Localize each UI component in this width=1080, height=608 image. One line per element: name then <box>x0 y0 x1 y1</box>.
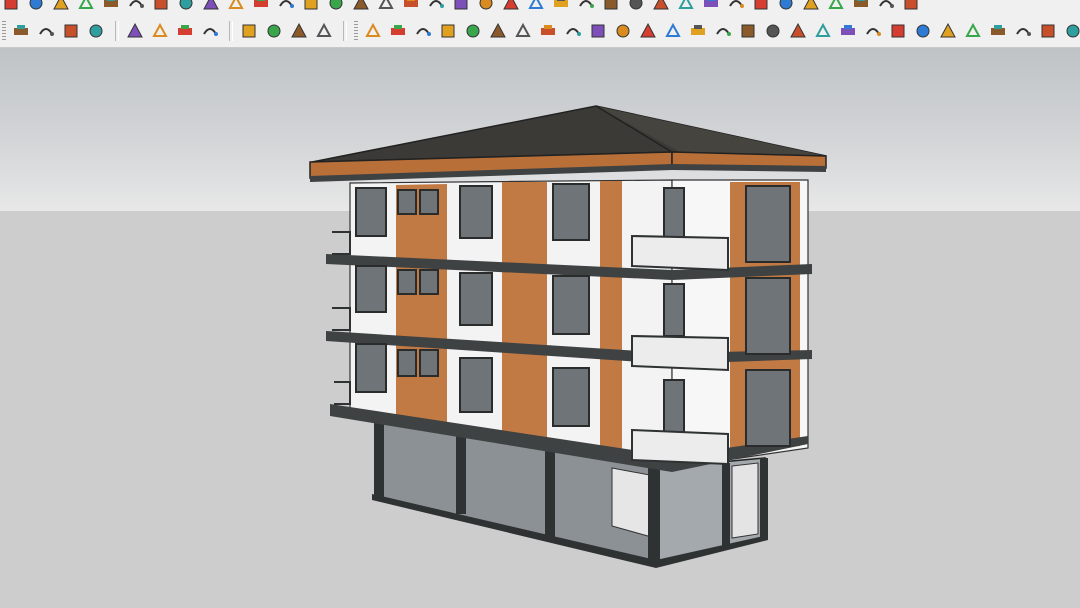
scale-icon[interactable] <box>850 0 872 13</box>
add-red-icon[interactable] <box>325 0 347 13</box>
undo-icon[interactable] <box>150 0 172 13</box>
toolbar-row-bottom <box>0 20 1080 42</box>
select-icon[interactable] <box>437 21 459 41</box>
shape-icon[interactable] <box>550 0 572 13</box>
shield-icon[interactable] <box>700 0 722 13</box>
checker-icon[interactable] <box>199 21 221 41</box>
grid-orange-icon[interactable] <box>800 0 822 13</box>
loop-icon[interactable] <box>475 0 497 13</box>
branch-alt-icon[interactable] <box>1012 21 1034 41</box>
layers-icon[interactable] <box>875 0 897 13</box>
toolbar-grip[interactable] <box>354 21 358 41</box>
materials-icon[interactable] <box>100 0 122 13</box>
paint-bucket-icon[interactable] <box>25 0 47 13</box>
add-location-icon[interactable] <box>124 21 146 41</box>
slope-icon[interactable] <box>962 21 984 41</box>
lasso-icon[interactable] <box>512 21 534 41</box>
box-icon[interactable] <box>537 21 559 41</box>
cube-icon[interactable] <box>1037 21 1059 41</box>
extension-warehouse-icon[interactable] <box>10 21 32 41</box>
sun-icon[interactable] <box>174 21 196 41</box>
flag-icon[interactable] <box>225 0 247 13</box>
toolbar-separator <box>115 21 119 41</box>
group-icon[interactable] <box>625 0 647 13</box>
columns-alt-icon[interactable] <box>812 21 834 41</box>
protractor-icon[interactable] <box>762 21 784 41</box>
angle-icon[interactable] <box>662 21 684 41</box>
warning-icon[interactable] <box>450 0 472 13</box>
line-b-icon[interactable] <box>637 21 659 41</box>
toolbar-separator <box>229 21 233 41</box>
person-icon[interactable] <box>400 0 422 13</box>
toolbar-separator <box>343 21 347 41</box>
add-green-icon[interactable] <box>350 0 372 13</box>
snap-icon[interactable] <box>587 21 609 41</box>
ramp-icon[interactable] <box>937 21 959 41</box>
toolbar-area <box>0 0 1080 48</box>
model-viewport[interactable] <box>0 48 1080 608</box>
zoom-extents-icon[interactable] <box>85 21 107 41</box>
copy-icon[interactable] <box>650 0 672 13</box>
move-icon[interactable] <box>375 0 397 13</box>
wide-panel-icon[interactable] <box>1062 21 1080 41</box>
refresh-icon[interactable] <box>35 21 57 41</box>
toolbar-row-top <box>0 0 1080 14</box>
extrude-icon[interactable] <box>687 21 709 41</box>
rotate-icon[interactable] <box>525 0 547 13</box>
person-alt-icon[interactable] <box>425 0 447 13</box>
bookmark-icon[interactable] <box>575 0 597 13</box>
monitor-icon[interactable] <box>900 0 922 13</box>
component-icon[interactable] <box>125 0 147 13</box>
swap-icon[interactable] <box>60 21 82 41</box>
grid-icon[interactable] <box>750 0 772 13</box>
rail-icon[interactable] <box>737 21 759 41</box>
roof <box>309 105 827 182</box>
arch-icon[interactable] <box>712 21 734 41</box>
delete-icon[interactable] <box>175 0 197 13</box>
question-icon[interactable] <box>300 0 322 13</box>
pyramid-icon[interactable] <box>887 21 909 41</box>
rotate3d-icon[interactable] <box>562 21 584 41</box>
curve-icon[interactable] <box>412 21 434 41</box>
building-model[interactable] <box>0 48 1080 608</box>
arc-icon[interactable] <box>387 21 409 41</box>
loop-alt-icon[interactable] <box>500 0 522 13</box>
orbit-icon[interactable] <box>275 0 297 13</box>
save-icon[interactable] <box>200 0 222 13</box>
eraser-icon[interactable] <box>50 0 72 13</box>
section-plane-icon[interactable] <box>0 0 22 13</box>
cylinder-icon[interactable] <box>837 21 859 41</box>
leaf-icon[interactable] <box>600 0 622 13</box>
close-x-icon[interactable] <box>825 0 847 13</box>
bezier-icon[interactable] <box>462 21 484 41</box>
cloud-upload-icon[interactable] <box>238 21 260 41</box>
tree-icon[interactable] <box>725 0 747 13</box>
line-a-icon[interactable] <box>612 21 634 41</box>
push-pull-icon[interactable] <box>250 0 272 13</box>
terrain-icon[interactable] <box>149 21 171 41</box>
info-icon[interactable] <box>313 21 335 41</box>
export-icon[interactable] <box>675 0 697 13</box>
email-icon[interactable] <box>288 21 310 41</box>
stairs-icon[interactable] <box>912 21 934 41</box>
toolbar-grip[interactable] <box>2 21 6 41</box>
columns-icon[interactable] <box>787 21 809 41</box>
gear-icon[interactable] <box>263 21 285 41</box>
shape-cloud-icon[interactable] <box>487 21 509 41</box>
tag-icon[interactable] <box>75 0 97 13</box>
freehand-icon[interactable] <box>362 21 384 41</box>
panel-icon[interactable] <box>862 21 884 41</box>
grid-alt-icon[interactable] <box>775 0 797 13</box>
branch-icon[interactable] <box>987 21 1009 41</box>
